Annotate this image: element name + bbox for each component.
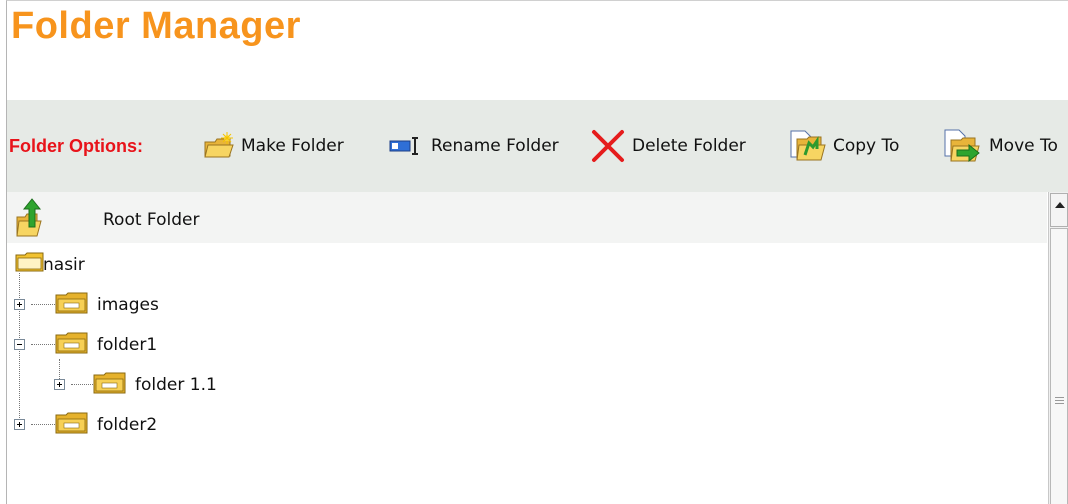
tree-node-folder1[interactable]: folder1 <box>97 335 157 355</box>
tree-node-folder-1-1[interactable]: folder 1.1 <box>135 375 217 395</box>
tree-connector <box>31 344 55 345</box>
root-folder-row[interactable]: Root Folder <box>7 192 1047 243</box>
folder-icon <box>55 292 88 314</box>
thumb-grip <box>1055 400 1064 401</box>
folder-open-icon <box>15 252 44 272</box>
vertical-scrollbar[interactable] <box>1048 192 1068 504</box>
thumb-grip <box>1055 397 1064 398</box>
tree-node-images[interactable]: images <box>97 295 159 315</box>
expand-toggle[interactable] <box>14 419 25 430</box>
move-to-button[interactable]: Move To <box>941 128 1058 164</box>
delete-folder-button[interactable]: Delete Folder <box>590 128 746 164</box>
up-folder-icon <box>16 198 42 237</box>
tree-connector <box>31 424 55 425</box>
tree-node-folder2[interactable]: folder2 <box>97 415 157 435</box>
make-folder-button[interactable]: Make Folder <box>203 128 344 164</box>
tree-connector <box>71 384 93 385</box>
collapse-toggle[interactable] <box>14 339 25 350</box>
folder-icon <box>93 372 126 394</box>
new-folder-icon <box>204 132 234 158</box>
copy-to-button[interactable]: Copy To <box>787 128 899 164</box>
expand-toggle[interactable] <box>54 379 65 390</box>
thumb-grip <box>1055 403 1064 404</box>
rename-folder-label: Rename Folder <box>431 136 559 156</box>
rename-folder-button[interactable]: Rename Folder <box>387 128 559 164</box>
folder-icon <box>55 332 88 354</box>
folder-tree: Root Folder nasir images folder1 folder … <box>7 192 1047 504</box>
scroll-up-button[interactable] <box>1050 193 1068 227</box>
folder-manager-window: Folder Manager Folder Options: Make Fold… <box>6 0 1068 504</box>
make-folder-label: Make Folder <box>241 136 344 156</box>
rename-icon <box>389 137 418 155</box>
folder-options-toolbar: Folder Options: Make Folder Rename Folde… <box>7 100 1068 192</box>
scroll-thumb[interactable] <box>1050 228 1068 504</box>
copy-to-label: Copy To <box>833 136 900 156</box>
tree-connector <box>31 304 55 305</box>
move-to-label: Move To <box>989 136 1058 156</box>
copy-to-icon <box>790 130 826 161</box>
expand-toggle[interactable] <box>14 299 25 310</box>
root-folder-label: Root Folder <box>103 210 200 230</box>
tree-node-nasir[interactable]: nasir <box>43 255 85 275</box>
folder-options-label: Folder Options: <box>9 136 143 156</box>
delete-icon <box>592 130 624 162</box>
folder-icon <box>55 412 88 434</box>
page-title: Folder Manager <box>11 5 301 47</box>
tree-connector <box>19 273 20 428</box>
delete-folder-label: Delete Folder <box>632 136 746 156</box>
move-to-icon <box>944 129 980 163</box>
